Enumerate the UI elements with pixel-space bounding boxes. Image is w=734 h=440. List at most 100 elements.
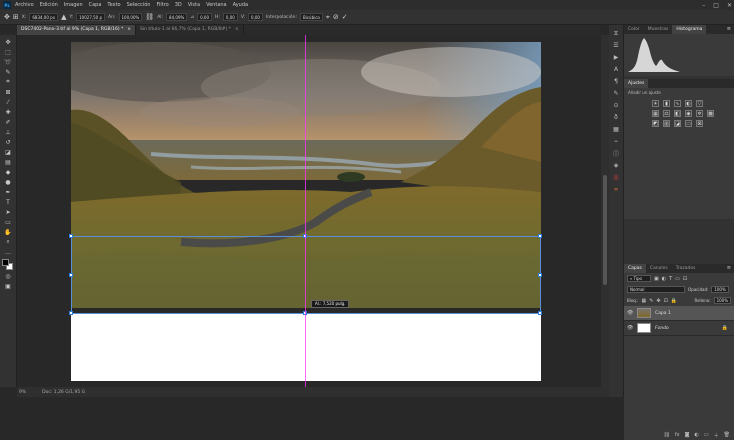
tab-swatches[interactable]: Muestras xyxy=(644,25,673,34)
character-panel-icon[interactable]: A xyxy=(611,65,621,74)
adobe-fonts-icon[interactable]: ⓪ xyxy=(611,173,621,182)
layer-filter-select[interactable]: ⌕ Tipo xyxy=(627,275,651,282)
lock-all-icon[interactable]: 🔒 xyxy=(671,298,677,304)
dodge-tool-icon[interactable]: ● xyxy=(3,177,14,187)
cc-libraries-icon[interactable]: ∞ xyxy=(611,185,621,194)
type-tool-icon[interactable]: T xyxy=(3,197,14,207)
properties-panel-icon[interactable]: ☰ xyxy=(611,41,621,50)
curves-icon[interactable]: ∿ xyxy=(674,100,681,107)
paths-panel-icon[interactable]: ⌁ xyxy=(611,137,621,146)
clone-source-icon[interactable]: ⊙ xyxy=(611,101,621,110)
hskew-field[interactable]: 0,00 xyxy=(222,13,238,21)
tab-paths[interactable]: Trazados xyxy=(672,264,700,273)
foreground-color-swatch[interactable] xyxy=(2,259,9,266)
width-field[interactable]: 100,00% xyxy=(118,13,143,21)
crop-tool-icon[interactable]: ⌗ xyxy=(3,77,14,87)
menu-seleccion[interactable]: Selección xyxy=(127,2,151,8)
filter-shape-icon[interactable]: ▭ xyxy=(675,276,680,282)
tab-color[interactable]: Color xyxy=(624,25,644,34)
color-swatches[interactable] xyxy=(2,259,14,271)
transform-bounding-box[interactable] xyxy=(71,236,541,314)
hand-tool-icon[interactable]: ✋ xyxy=(3,227,14,237)
panel-menu-icon[interactable]: ≡ xyxy=(727,25,734,34)
channel-mixer-icon[interactable]: ✲ xyxy=(696,110,703,117)
quick-selection-tool-icon[interactable]: ✎ xyxy=(3,67,14,77)
transform-handle-bottom-left[interactable] xyxy=(69,311,73,315)
x-field[interactable]: 6834,00 px xyxy=(29,13,59,21)
path-selection-tool-icon[interactable]: ➤ xyxy=(3,207,14,217)
more-tools-icon[interactable]: … xyxy=(3,247,14,257)
photo-filter-icon[interactable]: ◉ xyxy=(685,110,692,117)
eraser-tool-icon[interactable]: ◪ xyxy=(3,147,14,157)
navigator-panel-icon[interactable]: ◈ xyxy=(611,161,621,170)
pen-tool-icon[interactable]: ✒ xyxy=(3,187,14,197)
layer-name[interactable]: Capa 1 xyxy=(655,311,671,316)
healing-brush-tool-icon[interactable]: ✚ xyxy=(3,107,14,117)
glyphs-panel-icon[interactable]: ð xyxy=(611,113,621,122)
filter-type-icon[interactable]: T xyxy=(669,276,672,282)
reference-point-icon[interactable]: ⊞ xyxy=(13,13,19,21)
transform-handle-middle-left[interactable] xyxy=(69,273,73,277)
rectangle-tool-icon[interactable]: ▭ xyxy=(3,217,14,227)
layer-style-icon[interactable]: fx xyxy=(675,432,680,438)
menu-edicion[interactable]: Edición xyxy=(40,2,58,8)
interpolation-select[interactable]: Bicúbica xyxy=(299,13,323,21)
commit-transform-icon[interactable]: ✓ xyxy=(342,13,348,21)
move-tool-icon[interactable]: ✥ xyxy=(4,13,10,21)
black-white-icon[interactable]: ◧ xyxy=(674,110,681,117)
scrollbar-thumb[interactable] xyxy=(603,175,607,285)
opacity-field[interactable]: 100% xyxy=(711,286,729,293)
brush-settings-icon[interactable]: ✎ xyxy=(611,89,621,98)
delta-icon[interactable]: ▲ xyxy=(61,13,66,21)
lock-artboard-icon[interactable]: ⊡ xyxy=(664,298,668,304)
history-brush-tool-icon[interactable]: ↺ xyxy=(3,137,14,147)
visibility-eye-icon[interactable]: 👁 xyxy=(627,310,633,316)
invert-icon[interactable]: ◩ xyxy=(652,120,659,127)
menu-capa[interactable]: Capa xyxy=(89,2,102,8)
close-tab-icon[interactable]: × xyxy=(127,27,131,32)
new-adjustment-icon[interactable]: ◐ xyxy=(695,432,699,438)
menu-ventana[interactable]: Ventana xyxy=(206,2,227,8)
link-icon[interactable]: ⛓ xyxy=(145,13,154,21)
vskew-field[interactable]: 0,00 xyxy=(248,13,263,21)
posterize-icon[interactable]: ▥ xyxy=(663,120,670,127)
blur-tool-icon[interactable]: ◆ xyxy=(3,167,14,177)
filter-smart-icon[interactable]: ⊡ xyxy=(683,276,687,282)
menu-3d[interactable]: 3D xyxy=(175,2,182,8)
lock-position-icon[interactable]: ✥ xyxy=(656,298,660,304)
threshold-icon[interactable]: ◪ xyxy=(674,120,681,127)
history-panel-icon[interactable]: ⧖ xyxy=(611,29,621,38)
tab-document-2[interactable]: Sin título-1 al 66,7% (Capa 1, RGB/8#) *… xyxy=(136,25,244,35)
brightness-contrast-icon[interactable]: ☀ xyxy=(652,100,659,107)
link-layers-icon[interactable]: ⛓ xyxy=(664,432,670,438)
tab-channels[interactable]: Canales xyxy=(646,264,672,273)
transform-handle-bottom-right[interactable] xyxy=(538,311,542,315)
menu-imagen[interactable]: Imagen xyxy=(64,2,83,8)
layer-capa-1[interactable]: 👁 Capa 1 xyxy=(624,306,734,321)
angle-field[interactable]: 0,00 xyxy=(197,13,212,21)
lock-transparent-icon[interactable]: ▦ xyxy=(641,298,646,304)
menu-ayuda[interactable]: Ayuda xyxy=(233,2,248,8)
vertical-guide[interactable] xyxy=(305,35,306,387)
marquee-tool-icon[interactable]: ⬚ xyxy=(3,47,14,57)
height-field[interactable]: 84,09% xyxy=(166,13,188,21)
minimize-icon[interactable]: – xyxy=(702,2,705,9)
filter-adjust-icon[interactable]: ◐ xyxy=(662,276,666,282)
close-icon[interactable]: ✕ xyxy=(727,2,732,9)
screen-mode-icon[interactable]: ▣ xyxy=(3,281,14,291)
menu-filtro[interactable]: Filtro xyxy=(156,2,168,8)
eyedropper-tool-icon[interactable]: ⁄ xyxy=(3,97,14,107)
selective-color-icon[interactable]: ⊠ xyxy=(696,120,703,127)
quick-mask-icon[interactable]: ◎ xyxy=(3,271,14,281)
delete-layer-icon[interactable]: 🗑 xyxy=(724,432,730,438)
transform-handle-middle-right[interactable] xyxy=(538,273,542,277)
transform-handle-top-right[interactable] xyxy=(538,234,542,238)
fill-field[interactable]: 100% xyxy=(713,297,731,304)
actions-panel-icon[interactable]: ▶ xyxy=(611,53,621,62)
menu-vista[interactable]: Vista xyxy=(188,2,200,8)
transform-handle-top-left[interactable] xyxy=(69,234,73,238)
move-tool-icon[interactable]: ✥ xyxy=(3,37,14,47)
blend-mode-select[interactable]: Normal xyxy=(627,286,685,293)
hue-saturation-icon[interactable]: ▦ xyxy=(652,110,659,117)
visibility-eye-icon[interactable]: 👁 xyxy=(627,325,633,331)
